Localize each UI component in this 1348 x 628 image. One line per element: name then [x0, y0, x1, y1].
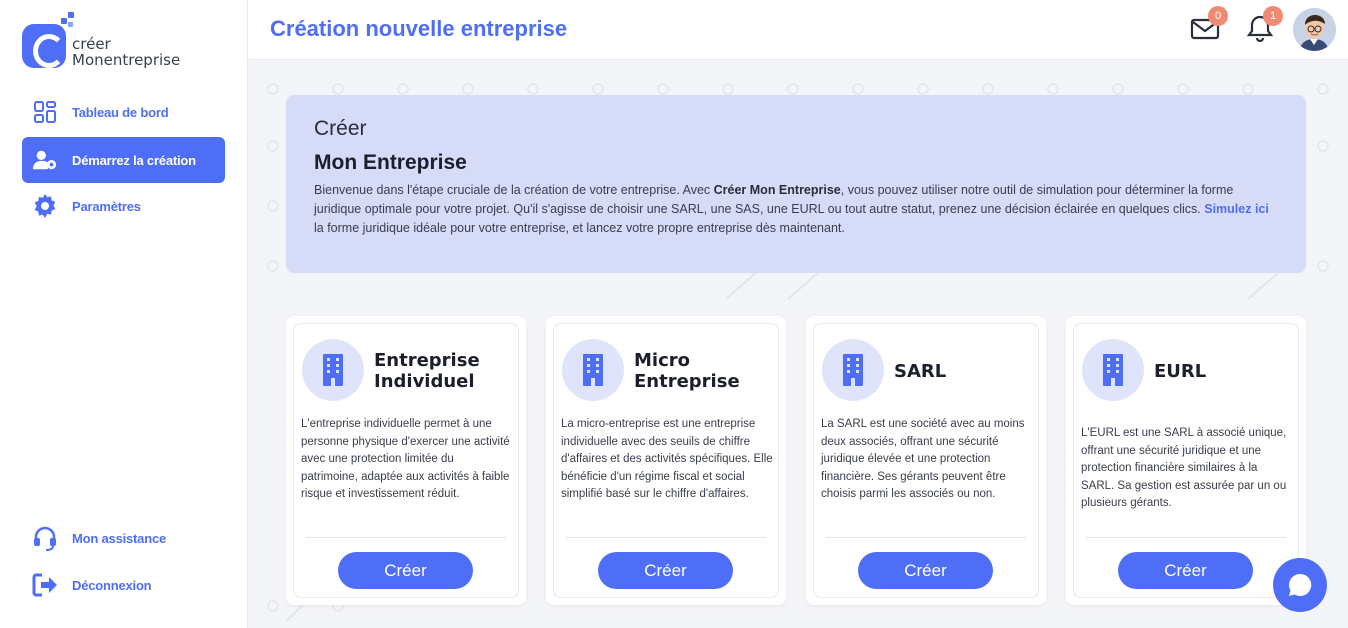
sidebar-item-assistance[interactable]: Mon assistance — [22, 515, 225, 561]
card-description: La SARL est une société avec au moins de… — [821, 418, 1025, 501]
top-header: Création nouvelle entreprise 0 1 — [248, 0, 1348, 60]
banner-text: Bienvenue dans l'étape cruciale de la cr… — [314, 183, 1269, 235]
mail-count-badge: 0 — [1208, 6, 1228, 26]
card-eurl: EURL L'EURL est une SARL à associé uniqu… — [1066, 316, 1306, 605]
sidebar-item-label: Mon assistance — [72, 530, 167, 546]
sidebar-item-start-creation[interactable]: Démarrez la création — [22, 137, 225, 183]
sidebar-item-label: Déconnexion — [72, 577, 152, 593]
headset-icon — [32, 525, 58, 551]
card-description: L'EURL est une SARL à associé unique, of… — [1081, 427, 1287, 510]
card-description: La micro-entreprise est une entreprise i… — [561, 418, 773, 501]
banner-kicker: Créer — [314, 117, 367, 140]
building-icon — [302, 339, 364, 401]
avatar[interactable] — [1293, 8, 1336, 51]
main-content: Créer Mon Entreprise Bienvenue dans l'ét… — [248, 61, 1348, 628]
card-description: L'entreprise individuelle permet à une p… — [301, 418, 510, 501]
building-icon — [562, 339, 624, 401]
brand-name: créer Monentreprise — [72, 35, 181, 69]
building-icon — [822, 339, 884, 401]
notification-count-badge: 1 — [1263, 6, 1283, 26]
brand-logo[interactable]: créer Monentreprise — [22, 10, 222, 70]
notifications-button[interactable]: 1 — [1245, 6, 1283, 46]
user-settings-icon — [32, 147, 58, 173]
card-title: Micro Entreprise — [634, 350, 740, 392]
simulate-link[interactable]: Simulez ici — [1204, 202, 1269, 216]
mail-button[interactable]: 0 — [1190, 6, 1228, 46]
sidebar-item-label: Paramètres — [72, 198, 141, 214]
logout-icon — [32, 572, 58, 598]
sidebar: créer Monentreprise Tableau de bord Déma… — [0, 0, 248, 628]
create-button[interactable]: Créer — [598, 552, 733, 589]
create-button[interactable]: Créer — [338, 552, 473, 589]
welcome-banner: Créer Mon Entreprise Bienvenue dans l'ét… — [286, 95, 1306, 273]
card-sarl: SARL La SARL est une société avec au moi… — [806, 316, 1046, 605]
card-title: EURL — [1154, 361, 1207, 382]
create-button[interactable]: Créer — [858, 552, 993, 589]
chat-button[interactable] — [1273, 558, 1327, 612]
banner-title: Mon Entreprise — [314, 151, 467, 174]
card-title: SARL — [894, 361, 947, 382]
page-title: Création nouvelle entreprise — [270, 16, 568, 41]
dashboard-icon — [32, 99, 58, 125]
building-icon — [1082, 339, 1144, 401]
sidebar-item-dashboard[interactable]: Tableau de bord — [22, 89, 225, 135]
chat-bubble-icon — [1289, 573, 1312, 596]
card-title: Entreprise Individuel — [374, 350, 480, 392]
gear-icon — [32, 193, 58, 219]
logo-mark-icon — [22, 24, 66, 68]
user-avatar-icon — [1293, 8, 1336, 51]
create-button[interactable]: Créer — [1118, 552, 1253, 589]
sidebar-item-label: Démarrez la création — [72, 152, 196, 168]
sidebar-item-settings[interactable]: Paramètres — [22, 183, 225, 229]
sidebar-item-logout[interactable]: Déconnexion — [22, 562, 225, 608]
card-entreprise-individuelle: Entreprise Individuel L'entreprise indivi… — [286, 316, 526, 605]
card-micro-entreprise: Micro Entreprise La micro-entreprise est … — [546, 316, 786, 605]
sidebar-item-label: Tableau de bord — [72, 104, 169, 120]
